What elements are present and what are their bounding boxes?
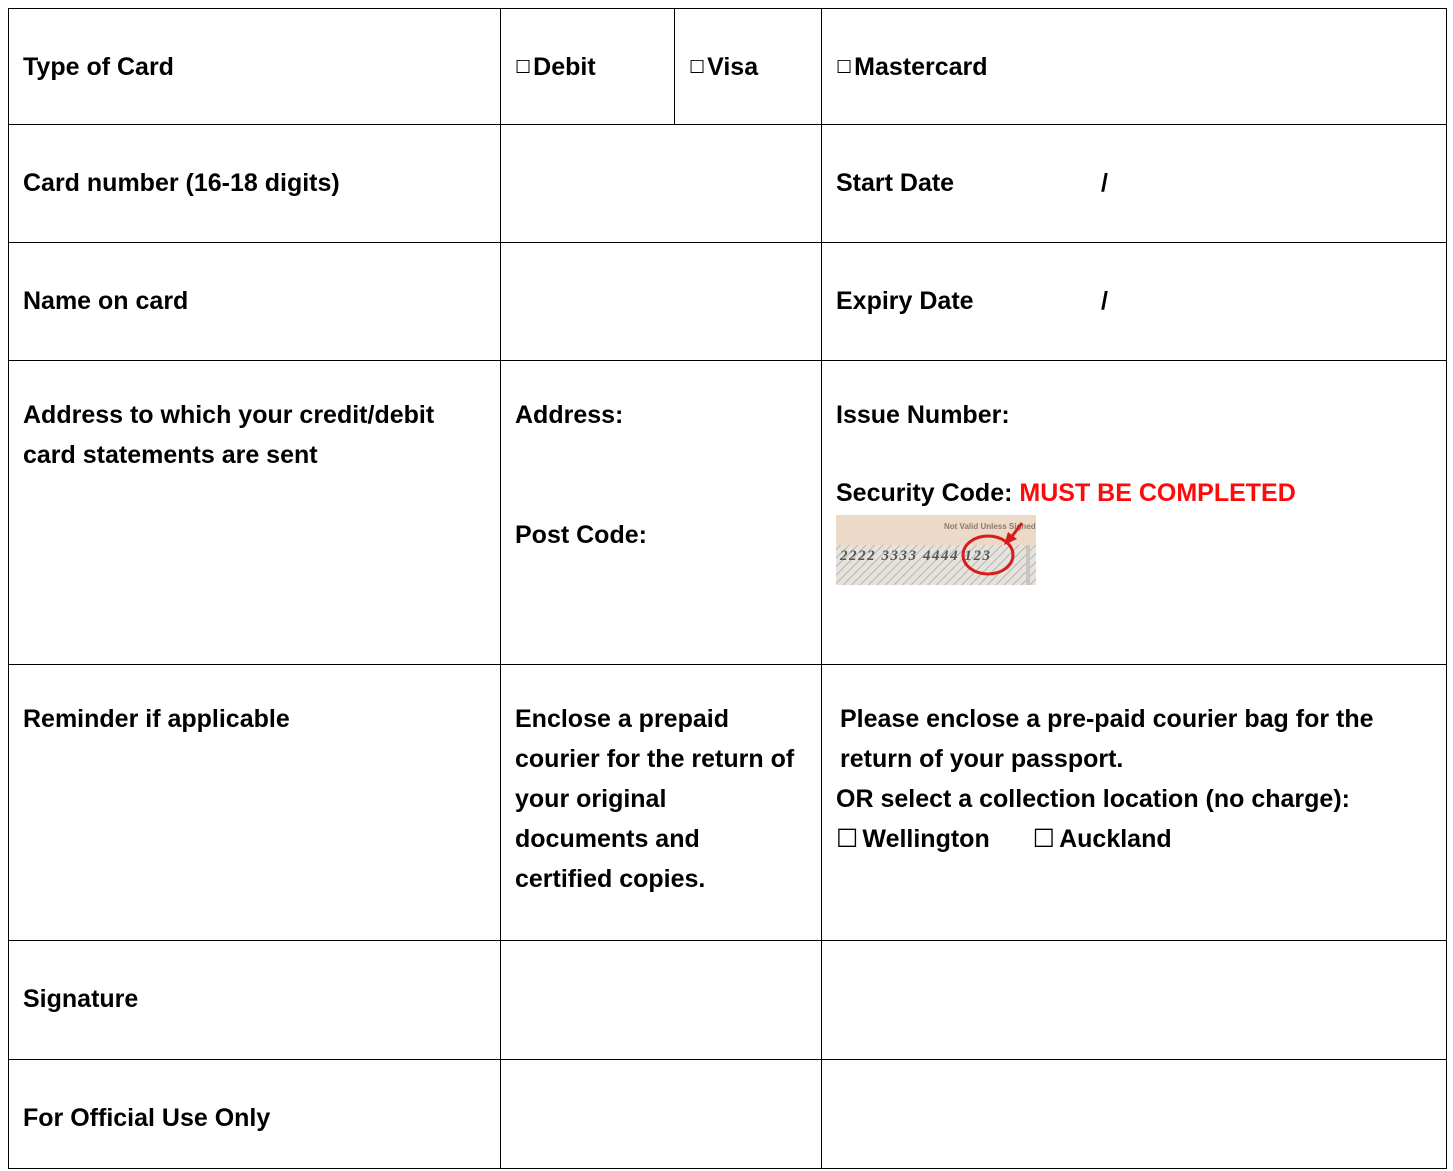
security-code-line: Security Code: MUST BE COMPLETED [836,473,1432,513]
row-card-number: Card number (16-18 digits) Start Date / [8,124,1447,244]
statement-address-label: Address to which your credit/debit card … [23,401,435,470]
name-on-card-label-cell: Name on card [8,242,501,362]
issue-security-field[interactable]: Issue Number: Security Code: MUST BE COM… [821,360,1447,665]
address-field[interactable]: Address: Post Code: [500,360,822,665]
official-use-field [500,1058,822,1170]
wellington-label: Wellington [862,824,990,853]
wellington-option[interactable]: ☐ Wellington [836,825,990,853]
name-on-card-label: Name on card [23,287,189,316]
security-code-label: Security Code: [836,479,1013,508]
signature-extra-field[interactable] [821,939,1447,1060]
wellington-checkbox[interactable]: ☐ [836,819,858,859]
start-date-label: Start Date [836,169,955,198]
official-use-label: For Official Use Only [23,1103,271,1132]
start-date-separator: / [1101,169,1108,198]
debit-option-label: Debit [533,53,596,81]
row-type-of-card: Type of Card ☐Debit ☐Visa ☐Mastercard [8,7,1447,126]
auckland-checkbox[interactable]: ☐ [1033,819,1055,859]
post-code-label: Post Code: [515,521,647,550]
courier-instruction-text: Enclose a prepaid courier for the return… [515,704,795,893]
address-label: Address: [515,401,624,430]
card-number-label: Card number (16-18 digits) [23,169,340,198]
security-code-warning: MUST BE COMPLETED [1019,479,1296,508]
card-payment-form-table: Type of Card ☐Debit ☐Visa ☐Mastercard Ca… [8,7,1447,1170]
signature-label-cell: Signature [8,939,501,1060]
type-of-card-label-cell: Type of Card [8,7,501,126]
card-number-label-cell: Card number (16-18 digits) [8,124,501,244]
start-date-field[interactable]: Start Date / [821,124,1447,244]
card-security-code-example-image: Not Valid Unless Signed 2222 3333 4444 1… [836,515,1036,586]
passport-return-text: Please enclose a pre-paid courier bag fo… [840,704,1374,773]
row-reminder: Reminder if applicable Enclose a prepaid… [8,663,1447,941]
expiry-date-label: Expiry Date [836,287,974,316]
auckland-label: Auckland [1059,824,1172,853]
visa-option-label: Visa [707,53,759,81]
official-use-extra-field [821,1058,1447,1170]
name-on-card-field[interactable] [500,242,822,362]
signature-field[interactable] [500,939,822,1060]
auckland-option[interactable]: ☐ Auckland [1033,825,1172,853]
reminder-label: Reminder if applicable [23,704,290,733]
debit-checkbox[interactable]: ☐ [515,47,531,87]
collection-location-text: OR select a collection location (no char… [836,784,1350,813]
collection-location-options: ☐ Wellington ☐ Auckland [836,819,1432,859]
official-use-label-cell: For Official Use Only [8,1058,501,1170]
row-official-use: For Official Use Only [8,1058,1447,1170]
reminder-label-cell: Reminder if applicable [8,663,501,941]
expiry-date-field[interactable]: Expiry Date / [821,242,1447,362]
mastercard-checkbox[interactable]: ☐ [836,47,852,87]
row-signature: Signature [8,939,1447,1060]
card-number-field[interactable] [500,124,822,244]
collection-options-cell: Please enclose a pre-paid courier bag fo… [821,663,1447,941]
address-label-cell: Address to which your credit/debit card … [8,360,501,665]
visa-option-cell[interactable]: ☐Visa [674,7,822,126]
row-name-on-card: Name on card Expiry Date / [8,242,1447,362]
signature-label: Signature [23,984,139,1013]
row-address: Address to which your credit/debit card … [8,360,1447,665]
mastercard-option-cell[interactable]: ☐Mastercard [821,7,1447,126]
type-of-card-label: Type of Card [23,53,174,81]
mastercard-option-label: Mastercard [854,53,988,81]
issue-number-label: Issue Number: [836,401,1010,430]
expiry-date-separator: / [1101,287,1108,316]
debit-option-cell[interactable]: ☐Debit [500,7,675,126]
card-image-digits: 2222 3333 4444 123 [839,548,991,564]
visa-checkbox[interactable]: ☐ [689,47,705,87]
reminder-instruction-cell: Enclose a prepaid courier for the return… [500,663,822,941]
